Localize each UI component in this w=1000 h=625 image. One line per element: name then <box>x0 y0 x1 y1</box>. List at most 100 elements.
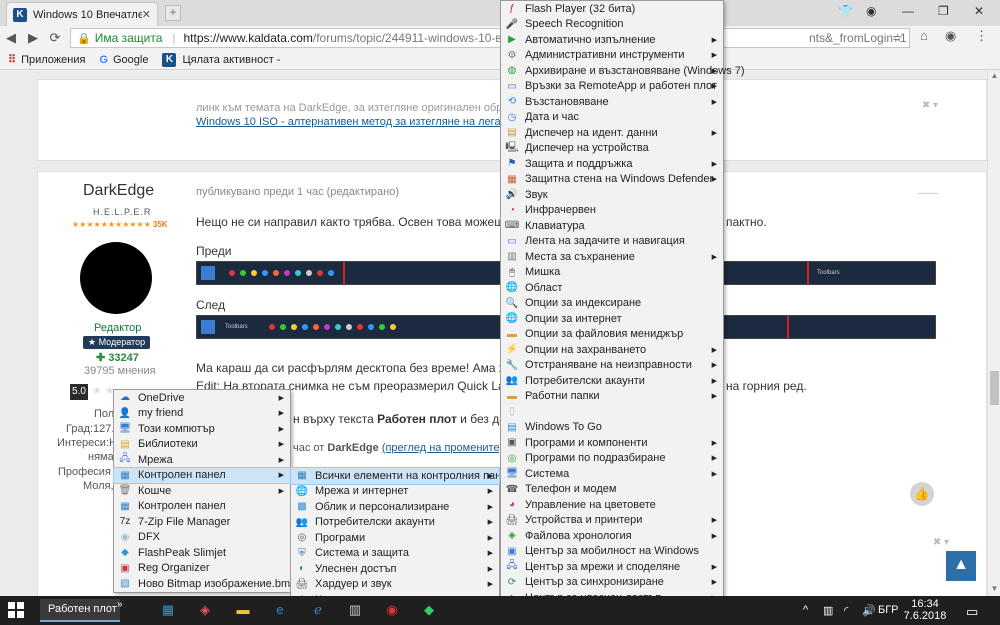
menu-item[interactable]: 🎤 Speech Recognition <box>501 17 723 33</box>
like-icon[interactable]: 👍 <box>910 482 934 506</box>
menu-item[interactable]: ▣ Програми и компоненти ▶ <box>501 435 723 451</box>
menu-item[interactable]: ☎ Телефон и модем <box>501 482 723 498</box>
menu-item[interactable]: 👥 Потребителски акаунти ▶ <box>291 515 499 531</box>
tray-chevron-icon[interactable]: ^ <box>803 604 808 616</box>
menu-item[interactable]: ⚑ Защита и поддръжка ▶ <box>501 156 723 172</box>
menu-item[interactable]: ▣ Reg Organizer <box>114 561 290 577</box>
menu-item[interactable]: 🌐 Мрежа и интернет ▶ <box>291 484 499 500</box>
author-name[interactable]: DarkEdge <box>83 182 154 200</box>
ie-icon[interactable]: ℯ <box>307 600 329 620</box>
menu-item[interactable]: ◍ Архивиране и възстановяване (Windows 7)… <box>501 63 745 79</box>
tray-network-icon[interactable]: ▥ <box>823 604 833 617</box>
account-icon[interactable]: ◉ <box>866 4 876 18</box>
menu-item[interactable]: ▧ Ново Bitmap изображение.bmp <box>114 576 296 592</box>
scroll-thumb[interactable] <box>990 371 999 405</box>
bookmark-activity[interactable]: K Цялата активност - <box>162 52 280 67</box>
reload-icon[interactable]: ⟳ <box>44 30 66 46</box>
start-button[interactable] <box>8 602 24 618</box>
menu-item[interactable]: 🌐 Област <box>501 280 723 296</box>
menu-item[interactable]: ▣ Център за мобилност на Windows <box>501 544 723 560</box>
menu-item[interactable]: ⛨ Система и защита ▶ <box>291 546 499 562</box>
address-bar[interactable]: 🔒 Има защита | https://www.kaldata.com /… <box>70 28 910 48</box>
menu-item[interactable]: ◎ Програми по подразбиране ▶ <box>501 451 723 467</box>
post-controls-icon[interactable]: ✖ ▾ <box>922 100 938 111</box>
menu-item[interactable]: ƒ Flash Player (32 бита) <box>501 1 723 17</box>
view-changes-link[interactable]: (преглед на промените) <box>382 442 503 454</box>
back-to-top-button[interactable]: ▲ <box>946 551 976 581</box>
menu-item[interactable]: ▬ Работни папки ▶ <box>501 389 723 405</box>
menu-item[interactable]: 👤 my friend ▶ <box>114 406 290 422</box>
scroll-up-icon[interactable]: ▲ <box>988 71 1000 83</box>
menu-item[interactable]: 🔊 Звук <box>501 187 723 203</box>
tray-language[interactable]: БГР <box>878 604 899 616</box>
restore-icon[interactable]: ❐ <box>938 4 949 18</box>
app-icon[interactable]: ◆ <box>418 600 440 620</box>
home-icon[interactable]: ⌂ <box>920 28 928 43</box>
menu-item[interactable]: 🔧 Отстраняване на неизправности ▶ <box>501 358 723 374</box>
star-icon[interactable]: ☆ <box>892 31 903 45</box>
menu-item[interactable]: ▭ Лента на задачите и навигация <box>501 234 723 250</box>
menu-item[interactable]: ⚡ Опции на захранването ▶ <box>501 342 723 358</box>
menu-item[interactable]: ▯ <box>501 404 723 420</box>
menu-item[interactable]: ▦ Защитна стена на Windows Defender ▶ <box>501 172 723 188</box>
paint-icon[interactable]: ◈ <box>194 600 216 620</box>
app-icon[interactable]: ◉ <box>381 600 403 620</box>
store-icon[interactable]: ▦ <box>157 600 179 620</box>
menu-item[interactable]: ▬ Опции за файловия мениджър <box>501 327 723 343</box>
media-icon[interactable]: ▥ <box>344 600 366 620</box>
menu-item[interactable]: 🖥 Този компютър ▶ <box>114 421 290 437</box>
post-controls-icon[interactable]: ✖ ▾ <box>933 537 949 548</box>
menu-item[interactable]: ▦ Контролен панел ▶ <box>113 466 291 484</box>
menu-item[interactable]: ▶ Автоматично изпълнение ▶ <box>501 32 723 48</box>
page-scrollbar[interactable]: ▲ ▼ <box>987 71 1000 596</box>
file-explorer-icon[interactable]: ▬ <box>232 600 254 620</box>
menu-item[interactable]: ⟳ Център за синхронизиране ▶ <box>501 575 723 591</box>
menu-item[interactable]: ▤ Диспечер на идент. данни ▶ <box>501 125 723 141</box>
menu-item[interactable]: 🖧 Център за мрежи и споделяне ▶ <box>501 559 723 575</box>
bookmark-google[interactable]: G Google <box>99 54 148 66</box>
menu-item[interactable]: ◆ FlashPeak Slimjet <box>114 545 290 561</box>
extension-icon[interactable]: ◉ <box>945 28 956 44</box>
scroll-down-icon[interactable]: ▼ <box>988 584 1000 596</box>
menu-item[interactable]: ⟲ Възстановяване ▶ <box>501 94 723 110</box>
menu-item[interactable]: 7z 7-Zip File Manager <box>114 514 290 530</box>
menu-item[interactable]: ◷ Дата и час <box>501 110 723 126</box>
close-tab-icon[interactable]: ✕ <box>142 8 151 21</box>
menu-item[interactable]: 🌐 Опции за интернет <box>501 311 723 327</box>
toolbar-chevron-icon[interactable]: » <box>117 599 123 610</box>
menu-item[interactable]: 👥 Потребителски акаунти ▶ <box>501 373 723 389</box>
notification-icon[interactable]: ▭ <box>966 604 978 620</box>
close-window-icon[interactable]: ✕ <box>974 4 984 18</box>
menu-item[interactable]: ◕ Управление на цветовете <box>501 497 723 513</box>
menu-item[interactable]: 🖧 Мрежа ▶ <box>114 452 290 468</box>
menu-item[interactable]: ▦ Контролен панел <box>114 499 290 515</box>
menu-item[interactable]: 🖥 Система ▶ <box>501 466 723 482</box>
menu-item[interactable]: ▤ Windows To Go <box>501 420 723 436</box>
profile-icon[interactable]: 👕 <box>838 4 853 18</box>
minimize-icon[interactable]: — <box>902 4 914 18</box>
edge-icon[interactable]: e <box>269 600 291 620</box>
menu-item[interactable]: ▭ Връзки за RemoteApp и работен плот ▶ <box>501 79 723 95</box>
back-icon[interactable]: ◀ <box>0 30 22 46</box>
taskbar-clock[interactable]: 16:34 7.6.2018 г. <box>900 598 950 625</box>
new-tab-button[interactable]: + <box>165 5 181 21</box>
menu-item[interactable]: ▤ Библиотеки ▶ <box>114 437 290 453</box>
menu-item[interactable]: 🖨 Устройства и принтери ▶ <box>501 513 723 529</box>
menu-item[interactable]: ◉ DFX <box>114 530 290 546</box>
menu-item[interactable]: ▩ Облик и персонализиране ▶ <box>291 499 499 515</box>
bookmark-apps[interactable]: ⠿ Приложения <box>8 53 85 67</box>
menu-item[interactable]: ☁ OneDrive ▶ <box>114 390 290 406</box>
menu-item[interactable]: ▥ Места за съхранение ▶ <box>501 249 723 265</box>
menu-item[interactable]: ⚙ Административни инструменти ▶ <box>501 48 723 64</box>
menu-item[interactable]: ◎ Програми ▶ <box>291 530 499 546</box>
post-controls-icon[interactable]: —— <box>918 188 938 199</box>
menu-item[interactable]: ◔ Инфрачервен <box>501 203 723 219</box>
menu-item[interactable]: 🔍 Опции за индексиране <box>501 296 723 312</box>
menu-icon[interactable]: ⋮ <box>975 28 988 44</box>
avatar[interactable] <box>80 242 152 314</box>
menu-item[interactable]: 🖳 Диспечер на устройства <box>501 141 723 157</box>
forward-icon[interactable]: ▶ <box>22 30 44 46</box>
menu-item[interactable]: ◈ Файлова хронология ▶ <box>501 528 723 544</box>
menu-item[interactable]: ▦ Всички елементи на контролния панел ▶ <box>290 467 513 485</box>
menu-item[interactable]: ⌨ Клавиатура <box>501 218 723 234</box>
